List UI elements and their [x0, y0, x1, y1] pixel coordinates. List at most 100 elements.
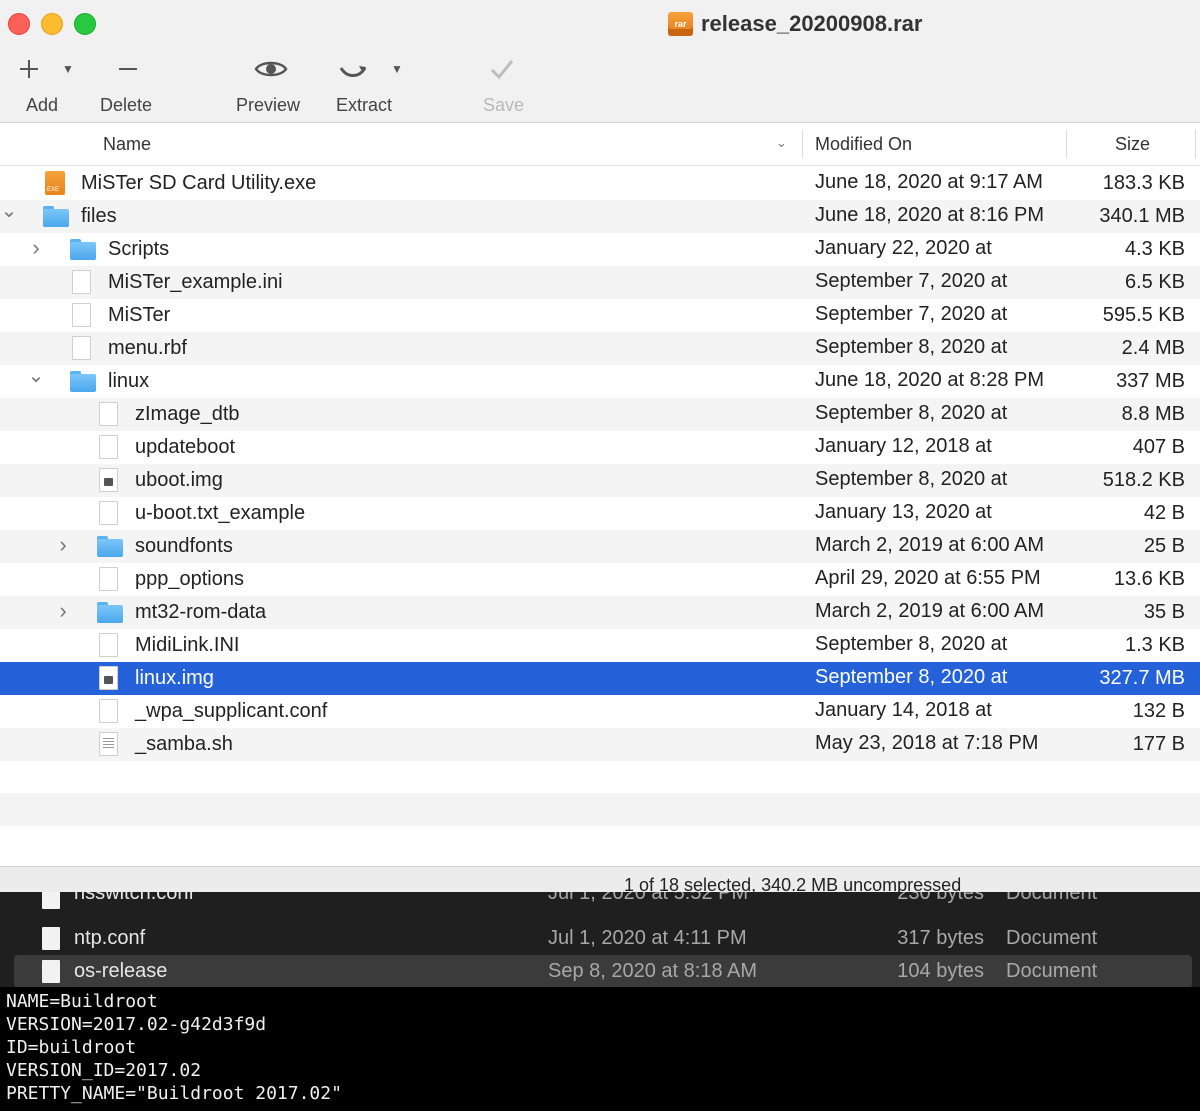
terminal-line: VERSION=2017.02-g42d3f9d [6, 1014, 267, 1035]
file-size: 2.4 MB [1121, 337, 1185, 359]
finder-name: ntp.conf [74, 927, 146, 949]
file-name: linux.img [135, 667, 214, 689]
finder-size: 230 bytes [897, 892, 984, 904]
minus-icon [116, 52, 140, 86]
file-name: files [81, 205, 117, 227]
file-modified: January 14, 2018 at [815, 699, 992, 721]
disclosure-closed-icon[interactable]: › [29, 235, 43, 260]
document-icon [99, 402, 118, 426]
extract-label: Extract [336, 95, 393, 115]
file-row-selected[interactable]: linux.img September 8, 2020 at 327.7 MB [0, 662, 1200, 695]
file-name: _samba.sh [135, 733, 233, 755]
file-row[interactable]: u-boot.txt_example January 13, 2020 at 42 … [0, 497, 1200, 530]
column-name[interactable]: Name [103, 134, 151, 155]
window-title-text: release_20200908.rar [701, 11, 923, 36]
window-title: rar release_20200908.rar [668, 9, 922, 39]
folder-icon [70, 239, 96, 260]
file-row[interactable]: MidiLink.INI September 8, 2020 at 1.3 KB [0, 629, 1200, 662]
minimize-button[interactable] [41, 13, 63, 35]
disclosure-open-icon[interactable]: ⌄ [1, 200, 18, 222]
file-list: MiSTer SD Card Utility.exe June 18, 2020 … [0, 167, 1200, 761]
file-modified: January 22, 2020 at [815, 237, 992, 259]
column-modified[interactable]: Modified On [815, 134, 912, 155]
column-divider[interactable] [1195, 130, 1196, 158]
file-row[interactable]: MiSTer September 7, 2020 at 595.5 KB [0, 299, 1200, 332]
document-icon [72, 336, 91, 360]
file-row[interactable]: _wpa_supplicant.conf January 14, 2018 at 1… [0, 695, 1200, 728]
document-icon [42, 927, 60, 950]
eye-icon [254, 52, 288, 86]
file-row[interactable]: › mt32-rom-data March 2, 2019 at 6:00 AM 35… [0, 596, 1200, 629]
exe-file-icon [45, 171, 65, 195]
column-divider[interactable] [1066, 130, 1067, 158]
extract-button[interactable]: ▼ Extract [336, 52, 406, 122]
script-file-icon [99, 732, 118, 756]
file-size: 177 B [1132, 733, 1185, 755]
terminal-line: VERSION_ID=2017.02 [6, 1060, 202, 1081]
file-row[interactable]: ppp_options April 29, 2020 at 6:55 PM 13.6… [0, 563, 1200, 596]
disclosure-closed-icon[interactable]: › [56, 598, 70, 623]
archive-window: rar release_20200908.rar ▼ Add Delete Pr… [0, 0, 1200, 901]
file-size: 1.3 KB [1124, 634, 1185, 656]
file-name: Scripts [108, 238, 170, 260]
file-size: 337 MB [1116, 370, 1185, 392]
empty-row [0, 760, 1200, 793]
file-name: u-boot.txt_example [135, 502, 306, 524]
column-size[interactable]: Size [1115, 134, 1150, 155]
file-size: 6.5 KB [1124, 271, 1185, 293]
save-label: Save [483, 95, 525, 115]
sort-chevron-icon[interactable]: ⌄ [776, 135, 787, 151]
file-name: MidiLink.INI [135, 634, 240, 656]
document-icon [42, 892, 60, 909]
close-button[interactable] [8, 13, 30, 35]
file-row[interactable]: › Scripts January 22, 2020 at 4.3 KB [0, 233, 1200, 266]
file-row[interactable]: MiSTer_example.ini September 7, 2020 at 6.… [0, 266, 1200, 299]
file-size: 25 B [1143, 535, 1185, 557]
file-size: 518.2 KB [1102, 469, 1185, 491]
file-modified: September 7, 2020 at [815, 303, 1008, 325]
finder-size: 104 bytes [897, 960, 984, 982]
zoom-button[interactable] [74, 13, 96, 35]
extract-dropdown-icon[interactable]: ▼ [391, 62, 403, 76]
delete-button[interactable]: Delete [100, 52, 160, 122]
file-name: MiSTer_example.ini [108, 271, 283, 293]
extract-arrow-icon [336, 52, 370, 86]
folder-icon [97, 536, 123, 557]
disk-image-icon [99, 468, 118, 492]
rar-archive-icon: rar [668, 12, 693, 36]
disk-image-icon [99, 666, 118, 690]
file-row[interactable]: zImage_dtb September 8, 2020 at 8.8 MB [0, 398, 1200, 431]
finder-row[interactable]: ntp.conf Jul 1, 2020 at 4:11 PM 317 byte… [14, 922, 1192, 955]
finder-row-selected[interactable]: os-release Sep 8, 2020 at 8:18 AM 104 by… [14, 955, 1192, 988]
file-modified: May 23, 2018 at 7:18 PM [815, 732, 1039, 754]
finder-row[interactable]: nsswitch.conf Jul 1, 2020 at 5:52 PM 230… [14, 892, 1192, 914]
document-icon [72, 270, 91, 294]
empty-row [0, 826, 1200, 859]
file-row[interactable]: › soundfonts March 2, 2019 at 6:00 AM 25 B [0, 530, 1200, 563]
disclosure-closed-icon[interactable]: › [56, 532, 70, 557]
document-icon [99, 567, 118, 591]
add-button[interactable]: ▼ Add [14, 52, 84, 122]
file-row[interactable]: uboot.img September 8, 2020 at 518.2 KB [0, 464, 1200, 497]
file-modified: September 8, 2020 at [815, 468, 1008, 490]
add-dropdown-icon[interactable]: ▼ [62, 62, 74, 76]
folder-icon [70, 371, 96, 392]
column-divider[interactable] [802, 130, 803, 158]
file-row[interactable]: ⌄ linux June 18, 2020 at 8:28 PM 337 MB [0, 365, 1200, 398]
document-icon [99, 501, 118, 525]
document-icon [99, 435, 118, 459]
file-row[interactable]: menu.rbf September 8, 2020 at 2.4 MB [0, 332, 1200, 365]
file-row[interactable]: ⌄ files June 18, 2020 at 8:16 PM 340.1 MB [0, 200, 1200, 233]
file-row[interactable]: MiSTer SD Card Utility.exe June 18, 2020 … [0, 167, 1200, 200]
file-row[interactable]: _samba.sh May 23, 2018 at 7:18 PM 177 B [0, 728, 1200, 761]
save-button[interactable]: Save [483, 52, 533, 122]
file-size: 132 B [1132, 700, 1185, 722]
file-row[interactable]: updateboot January 12, 2018 at 407 B [0, 431, 1200, 464]
disclosure-open-icon[interactable]: ⌄ [28, 365, 45, 387]
file-name: mt32-rom-data [135, 601, 267, 623]
preview-button[interactable]: Preview [236, 52, 306, 122]
finder-date: Sep 8, 2020 at 8:18 AM [548, 960, 758, 982]
folder-icon [43, 206, 69, 227]
plus-icon [16, 52, 42, 86]
file-modified: March 2, 2019 at 6:00 AM [815, 534, 1045, 556]
